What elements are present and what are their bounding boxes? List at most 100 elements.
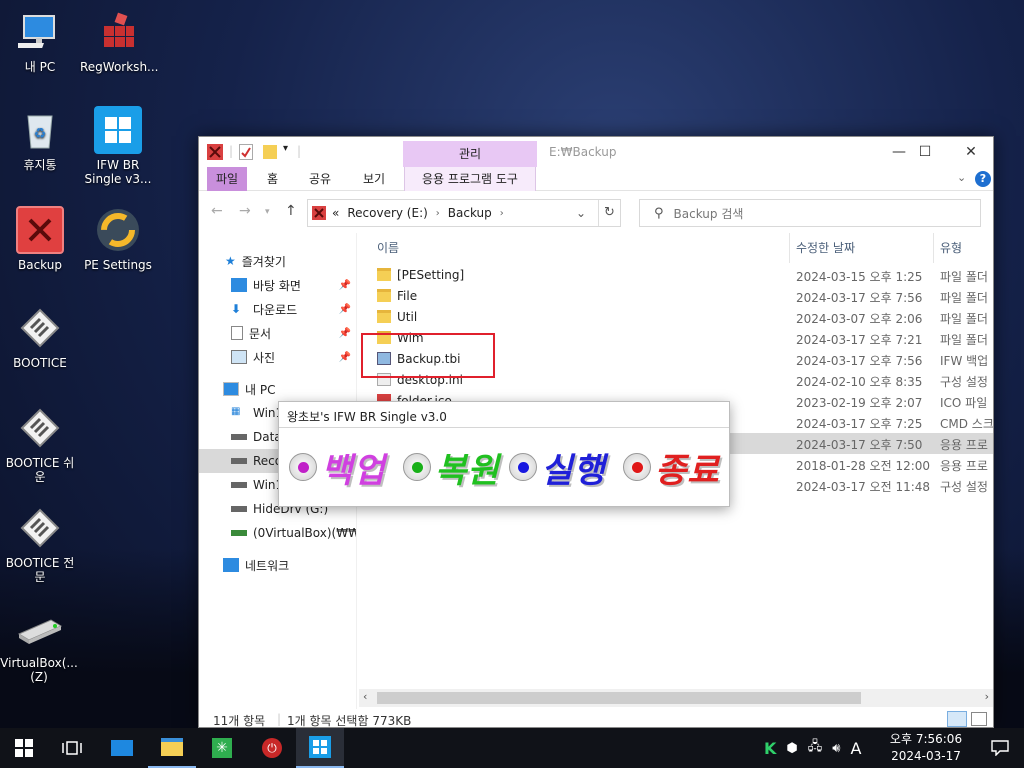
breadcrumb-recovery[interactable]: Recovery (E:) [347, 206, 427, 220]
horizontal-scrollbar[interactable]: ‹ › [359, 689, 993, 707]
ribbon-tabs: 파일 홈 공유 보기 응용 프로그램 도구 ⌄ ? [199, 167, 993, 191]
refresh-icon[interactable]: ↻ [604, 205, 615, 220]
up-icon[interactable]: ↑ [285, 203, 297, 219]
ime-indicator[interactable]: A [850, 739, 861, 758]
file-explorer-icon [161, 738, 183, 756]
desktop-icon-label: VirtualBox(... (Z) [0, 656, 78, 684]
dot [297, 461, 309, 473]
start-button[interactable] [0, 728, 48, 768]
desktop-icon-ifw-br[interactable]: IFW BR Single v3... [80, 106, 156, 186]
desktop-icon-backup[interactable]: Backup [2, 206, 78, 272]
context-tab-manage[interactable]: 관리 [403, 141, 537, 167]
network-tray-icon[interactable]: 🖧 [808, 737, 823, 759]
ifw-br-dialog: 왕초보's IFW BR Single v3.0 백업 복원 실행 종료 [278, 401, 730, 507]
column-header-name[interactable]: 이름 [377, 239, 399, 256]
taskbar-app-green[interactable]: ✳ [198, 728, 246, 768]
properties-icon[interactable] [239, 144, 253, 160]
desktop-icon-bootice-easy[interactable]: BOOTICE 쉬운 [2, 404, 78, 484]
qat-dropdown-icon[interactable]: ▾ [283, 143, 288, 154]
run-button[interactable]: 실행 [509, 442, 606, 492]
tab-home[interactable]: 홈 [257, 167, 288, 191]
forward-icon[interactable]: → [239, 203, 251, 219]
taskbar-app-ifw[interactable] [296, 728, 344, 768]
taskbar-app-desktop[interactable] [98, 728, 146, 768]
nav-downloads[interactable]: ⬇ 다운로드 📌 [199, 297, 356, 321]
pin-icon: 📌 [338, 303, 351, 315]
notification-button[interactable] [976, 728, 1024, 768]
desktop-icon-recycle-bin[interactable]: ♻ 휴지통 [2, 106, 78, 172]
title-bar: | ▾ | 관리 E:₩Backup — ☐ ✕ [199, 137, 993, 167]
folder-icon [377, 310, 391, 323]
pin-icon: 📌 [338, 279, 351, 291]
breadcrumb-separator-icon[interactable]: › [500, 208, 504, 219]
file-row[interactable]: File 2024-03-17 오후 7:56 파일 폴더 [359, 286, 993, 307]
column-header-type[interactable]: 유형 [940, 239, 962, 256]
desktop-icon-regworkshop[interactable]: RegWorksh... [80, 8, 159, 74]
taskbar-app-red[interactable]: ⏻ [248, 728, 296, 768]
desktop-icon-label: BOOTICE [13, 356, 67, 370]
radio-icon [509, 453, 537, 481]
column-divider[interactable] [933, 233, 934, 263]
new-folder-icon[interactable] [263, 145, 277, 159]
address-bar[interactable]: « Recovery (E:) › Backup › ⌄ ↻ [307, 199, 621, 227]
dot [517, 461, 529, 473]
desktop-icon-label: 휴지통 [23, 158, 57, 172]
task-view-button[interactable] [48, 728, 96, 768]
desktop-icon-pc[interactable]: 내 PC [2, 8, 78, 74]
desktop-icon-label: 내 PC [24, 60, 56, 74]
hard-drive-icon [231, 506, 247, 512]
nav-network[interactable]: 네트워크 [199, 553, 356, 577]
clock[interactable]: 오후 7:56:06 2024-03-17 [880, 731, 972, 765]
nav-quick-access[interactable]: ★ 즐겨찾기 [199, 249, 356, 273]
windows-logo-icon [309, 736, 331, 758]
tab-view[interactable]: 보기 [353, 167, 395, 191]
close-button[interactable]: ✕ [951, 141, 991, 165]
address-dropdown-icon[interactable]: ⌄ [576, 206, 586, 220]
scroll-thumb[interactable] [377, 692, 861, 704]
backup-button[interactable]: 백업 [289, 442, 386, 492]
radio-icon [623, 453, 651, 481]
desktop-icon-bootice-pro[interactable]: BOOTICE 전문 [2, 504, 78, 584]
column-divider[interactable] [789, 233, 790, 263]
nav-pictures[interactable]: 사진 📌 [199, 345, 356, 369]
star-icon: ★ [225, 254, 236, 268]
desktop-icon-pe-settings[interactable]: PE Settings [80, 206, 156, 272]
exit-button[interactable]: 종료 [623, 442, 720, 492]
box-tray-icon[interactable]: ⬢ [786, 741, 797, 756]
nav-desktop[interactable]: 바탕 화면 📌 [199, 273, 356, 297]
file-row[interactable]: Util 2024-03-07 오후 2:06 파일 폴더 [359, 307, 993, 328]
volume-tray-icon[interactable]: 🔊︎ [832, 741, 840, 756]
taskbar-app-explorer[interactable] [148, 728, 196, 768]
large-icons-view-icon[interactable] [971, 712, 987, 726]
nav-this-pc[interactable]: 내 PC [199, 377, 356, 401]
maximize-button[interactable]: ☐ [905, 141, 945, 165]
file-row[interactable]: [PESetting] 2024-03-15 오후 1:25 파일 폴더 [359, 265, 993, 286]
help-icon[interactable]: ? [975, 171, 991, 187]
desktop-icon-virtualbox-drive[interactable]: VirtualBox(... (Z) [0, 604, 78, 684]
dialog-title: 왕초보's IFW BR Single v3.0 [287, 410, 447, 424]
details-view-icon[interactable] [947, 711, 967, 727]
pin-icon: 📌 [338, 351, 351, 363]
scroll-right-icon[interactable]: › [985, 690, 989, 703]
nav-drive-virtualbox[interactable]: (0VirtualBox)(₩₩VB [199, 521, 356, 545]
tab-file[interactable]: 파일 [207, 167, 247, 191]
back-icon[interactable]: ← [211, 203, 223, 219]
k-app-tray-icon[interactable]: K [764, 739, 776, 758]
dot [631, 461, 643, 473]
address-overflow[interactable]: « [332, 206, 339, 220]
scroll-left-icon[interactable]: ‹ [363, 690, 367, 703]
column-header-date[interactable]: 수정한 날짜 [796, 239, 855, 256]
breadcrumb-backup[interactable]: Backup [448, 206, 492, 220]
desktop-icon-label: BOOTICE 쉬운 [5, 456, 75, 484]
ribbon-expand-icon[interactable]: ⌄ [957, 171, 966, 184]
recent-dropdown-icon[interactable]: ▾ [265, 207, 270, 217]
restore-button[interactable]: 복원 [403, 442, 500, 492]
tab-share[interactable]: 공유 [299, 167, 341, 191]
search-input[interactable]: ⚲ Backup 검색 [639, 199, 981, 227]
tab-application-tools[interactable]: 응용 프로그램 도구 [404, 167, 536, 191]
nav-documents[interactable]: 문서 📌 [199, 321, 356, 345]
breadcrumb-separator-icon[interactable]: › [436, 208, 440, 219]
hard-drive-icon [231, 458, 247, 464]
desktop-icon-bootice[interactable]: BOOTICE [2, 304, 78, 370]
picture-icon [231, 350, 247, 364]
